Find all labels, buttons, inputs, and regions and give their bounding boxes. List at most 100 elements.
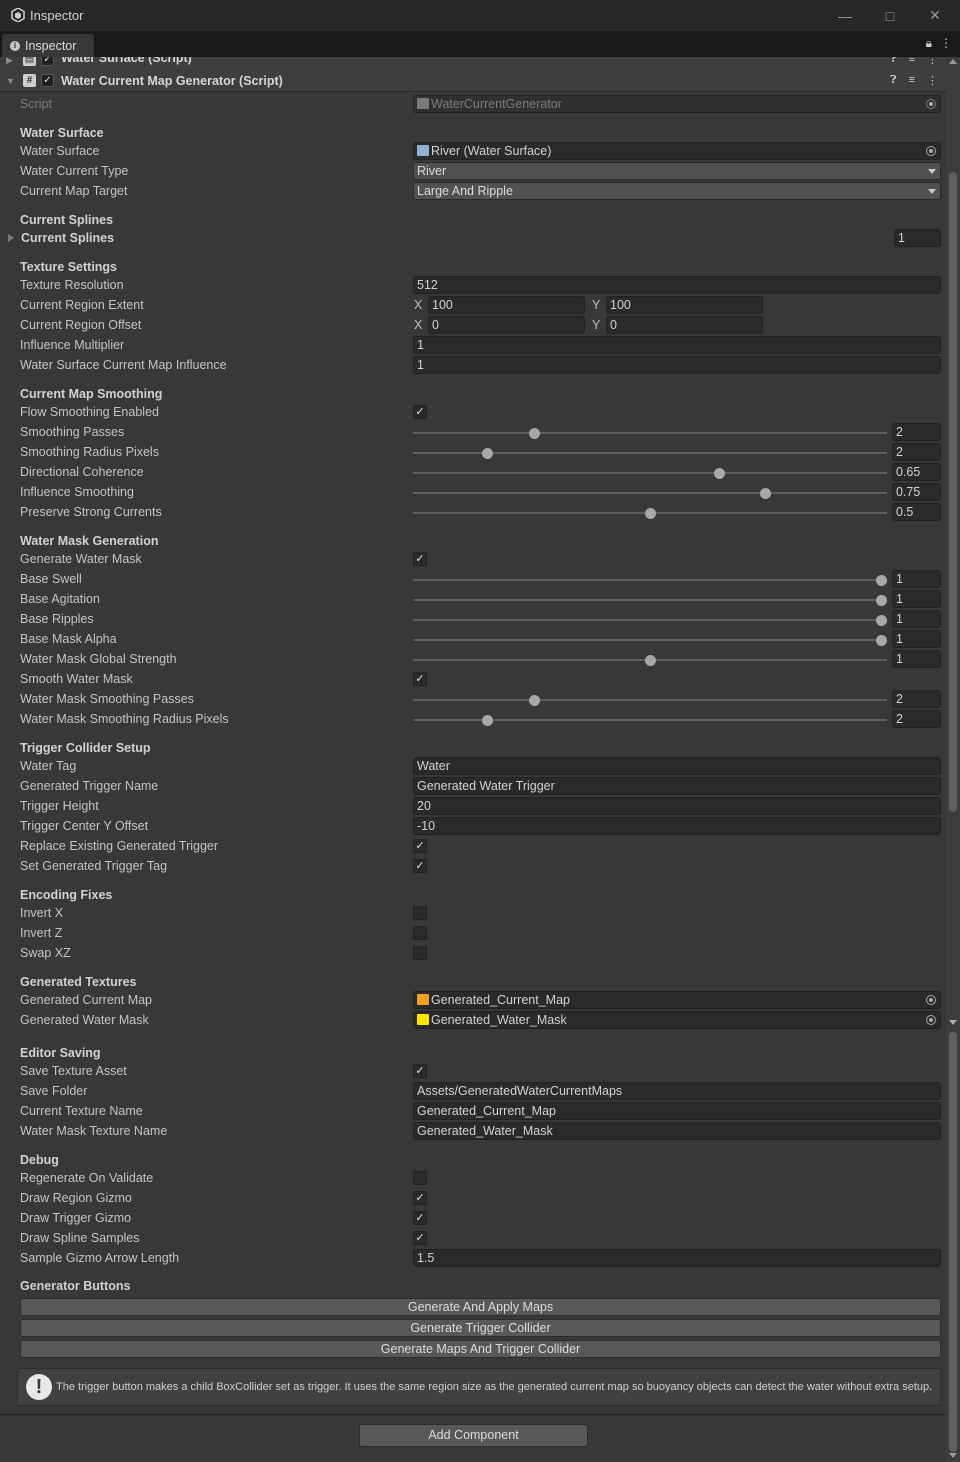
smoothing-passes-slider-track[interactable]: [413, 432, 887, 434]
generated-trigger-name-field[interactable]: Generated Water Trigger: [413, 777, 941, 795]
sample-gizmo-arrow-length-field[interactable]: 1.5: [413, 1249, 941, 1267]
slider-thumb[interactable]: [482, 448, 494, 459]
scroll-up-arrow-icon[interactable]: [949, 59, 957, 64]
component-header-water-surface[interactable]: ▶ ▤ ✓ Water Surface (Script) ❓︎ ≡ ⋮: [0, 57, 946, 71]
help-icon[interactable]: ❓︎: [890, 74, 897, 87]
draw-trigger-gizmo-checkbox[interactable]: ✓: [413, 1211, 427, 1225]
base-agitation-value-field[interactable]: 1: [892, 590, 941, 608]
kebab-menu-icon[interactable]: ⋮: [940, 36, 952, 51]
water-mask-smoothing-radius-value-field[interactable]: 2: [892, 710, 941, 728]
object-picker-icon[interactable]: [926, 1015, 936, 1025]
base-agitation-slider-track[interactable]: [413, 599, 887, 601]
maximize-icon[interactable]: □: [867, 0, 913, 31]
scrollbar-thumb[interactable]: [949, 172, 957, 812]
generate-and-apply-maps-button[interactable]: Generate And Apply Maps: [20, 1298, 941, 1316]
directional-coherence-slider-track[interactable]: [413, 472, 887, 474]
invert-z-checkbox[interactable]: [413, 926, 427, 940]
water-surface-current-map-influence-field[interactable]: 1: [413, 356, 941, 374]
regenerate-on-validate-checkbox[interactable]: [413, 1171, 427, 1185]
slider-thumb[interactable]: [876, 595, 887, 606]
kebab-menu-icon[interactable]: ⋮: [927, 74, 938, 87]
generated-current-map-object-field[interactable]: Generated_Current_Map: [413, 991, 941, 1009]
scroll-down-arrow-icon[interactable]: [949, 1453, 957, 1458]
base-mask-alpha-slider-track[interactable]: [413, 639, 887, 641]
generated-water-mask-object-field[interactable]: Generated_Water_Mask: [413, 1011, 941, 1029]
base-ripples-value-field[interactable]: 1: [892, 610, 941, 628]
scrollbar-thumb-lower[interactable]: [949, 1032, 957, 1452]
water-surface-object-field[interactable]: River (Water Surface): [413, 142, 941, 160]
minimize-icon[interactable]: —: [822, 0, 868, 31]
slider-thumb[interactable]: [482, 715, 494, 726]
slider-thumb[interactable]: [713, 468, 725, 479]
water-tag-field[interactable]: Water: [413, 757, 941, 775]
current-texture-name-field[interactable]: Generated_Current_Map: [413, 1102, 941, 1120]
add-component-button[interactable]: Add Component: [359, 1424, 588, 1447]
tab-inspector[interactable]: i Inspector: [2, 34, 94, 57]
save-folder-field[interactable]: Assets/GeneratedWaterCurrentMaps: [413, 1082, 941, 1100]
water-mask-global-strength-value-field[interactable]: 1: [892, 650, 941, 668]
slider-thumb[interactable]: [528, 428, 540, 439]
close-icon[interactable]: ✕: [912, 0, 958, 31]
generate-maps-and-trigger-collider-button[interactable]: Generate Maps And Trigger Collider: [20, 1340, 941, 1358]
help-icon[interactable]: ❓︎: [890, 57, 897, 66]
component-header-water-current-map-generator[interactable]: ▼ # ✓ Water Current Map Generator (Scrip…: [0, 70, 946, 92]
smoothing-passes-value-field[interactable]: 2: [892, 423, 941, 441]
generate-water-mask-checkbox[interactable]: ✓: [413, 552, 427, 566]
smoothing-radius-value-field[interactable]: 2: [892, 443, 941, 461]
preserve-strong-currents-value-field[interactable]: 0.5: [892, 503, 941, 521]
base-swell-value-field[interactable]: 1: [892, 570, 941, 588]
current-map-target-dropdown[interactable]: Large And Ripple: [413, 182, 941, 200]
slider-thumb[interactable]: [760, 488, 772, 499]
slider-thumb[interactable]: [644, 655, 656, 666]
field-label: Trigger Height: [20, 799, 99, 813]
smooth-water-mask-checkbox[interactable]: ✓: [413, 672, 427, 686]
kebab-menu-icon[interactable]: ⋮: [927, 57, 938, 66]
object-picker-icon[interactable]: [926, 995, 936, 1005]
current-splines-row[interactable]: Current Splines 1: [0, 228, 946, 248]
offset-y-field[interactable]: 0: [606, 316, 763, 334]
flow-smoothing-enabled-checkbox[interactable]: ✓: [413, 405, 427, 419]
extent-y-field[interactable]: 100: [606, 296, 763, 314]
slider-thumb[interactable]: [644, 508, 656, 519]
trigger-center-y-offset-field[interactable]: -10: [413, 817, 941, 835]
draw-spline-samples-checkbox[interactable]: ✓: [413, 1231, 427, 1245]
water-mask-smoothing-passes-value-field[interactable]: 2: [892, 690, 941, 708]
object-picker-icon[interactable]: [926, 146, 936, 156]
base-ripples-slider-track[interactable]: [413, 619, 887, 621]
water-mask-texture-name-field[interactable]: Generated_Water_Mask: [413, 1122, 941, 1140]
texture-resolution-field[interactable]: 512: [413, 276, 941, 294]
directional-coherence-value-field[interactable]: 0.65: [892, 463, 941, 481]
extent-x-field[interactable]: 100: [428, 296, 585, 314]
preset-icon[interactable]: ≡: [909, 74, 915, 87]
foldout-arrow-icon[interactable]: ▼: [6, 76, 15, 86]
influence-smoothing-slider-track[interactable]: [413, 492, 887, 494]
preset-icon[interactable]: ≡: [909, 57, 915, 66]
array-size-field[interactable]: 1: [894, 229, 941, 247]
set-generated-trigger-tag-checkbox[interactable]: ✓: [413, 859, 427, 873]
replace-existing-trigger-checkbox[interactable]: ✓: [413, 839, 427, 853]
offset-x-field[interactable]: 0: [428, 316, 585, 334]
component-enabled-checkbox[interactable]: ✓: [41, 74, 54, 87]
lock-icon[interactable]: 🔒︎: [926, 36, 932, 51]
save-texture-asset-checkbox[interactable]: ✓: [413, 1064, 427, 1078]
invert-x-checkbox[interactable]: [413, 906, 427, 920]
scrollbar[interactable]: [946, 57, 960, 1462]
water-current-type-dropdown[interactable]: River: [413, 162, 941, 180]
influence-multiplier-field[interactable]: 1: [413, 336, 941, 354]
slider-thumb[interactable]: [528, 695, 540, 706]
generate-trigger-collider-button[interactable]: Generate Trigger Collider: [20, 1319, 941, 1337]
water-mask-smoothing-passes-slider-track[interactable]: [413, 699, 887, 701]
influence-smoothing-value-field[interactable]: 0.75: [892, 483, 941, 501]
base-mask-alpha-value-field[interactable]: 1: [892, 630, 941, 648]
slider-thumb[interactable]: [876, 575, 887, 586]
slider-thumb[interactable]: [876, 635, 887, 646]
section-water-mask-generation: Water Mask Generation: [0, 531, 946, 551]
foldout-arrow-icon[interactable]: ▶: [6, 57, 13, 66]
draw-region-gizmo-checkbox[interactable]: ✓: [413, 1191, 427, 1205]
swap-xz-checkbox[interactable]: [413, 946, 427, 960]
component-enabled-checkbox[interactable]: ✓: [41, 57, 54, 66]
base-swell-slider-track[interactable]: [413, 579, 887, 581]
foldout-arrow-icon[interactable]: [8, 234, 14, 242]
trigger-height-field[interactable]: 20: [413, 797, 941, 815]
slider-thumb[interactable]: [876, 615, 887, 626]
